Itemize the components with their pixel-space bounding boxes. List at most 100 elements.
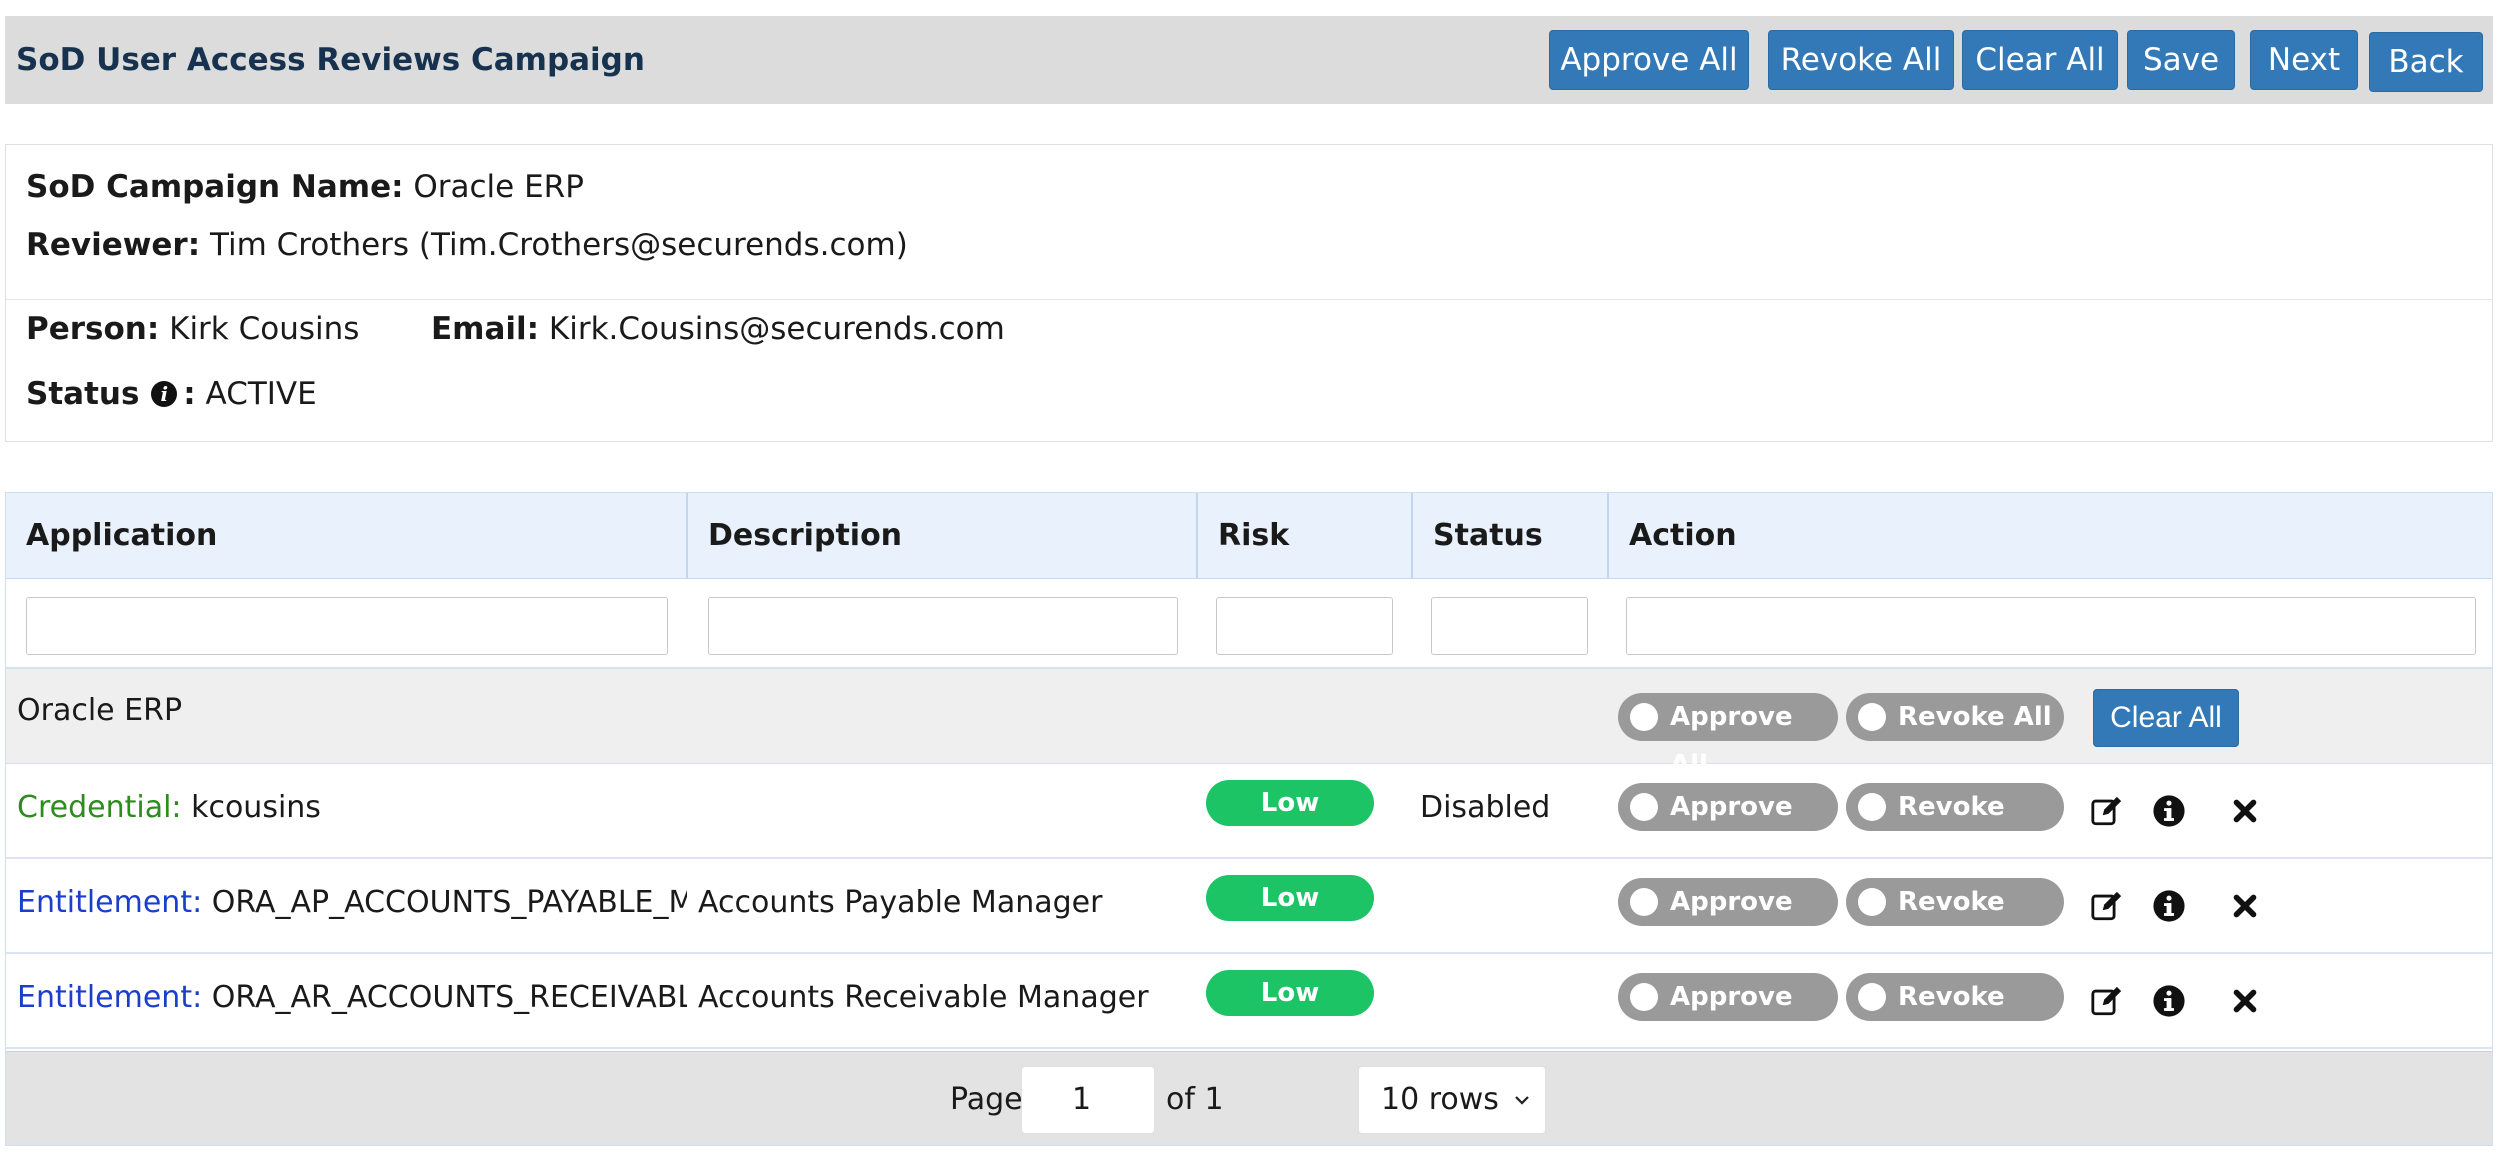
page-total-label: of 1: [1166, 1082, 1224, 1117]
description-cell: Accounts Receivable Manager: [698, 980, 1149, 1015]
save-button[interactable]: Save: [2127, 30, 2235, 90]
status-value: ACTIVE: [205, 376, 317, 412]
approve-toggle[interactable]: Approve: [1618, 783, 1838, 831]
column-header-action[interactable]: Action: [1609, 493, 2492, 579]
toggle-label: Approve: [1670, 982, 1793, 1012]
risk-badge: Low: [1206, 875, 1374, 921]
reviewer-line: Reviewer: Tim Crothers (Tim.Crothers@sec…: [26, 227, 908, 263]
clear-all-button[interactable]: Clear All: [1962, 30, 2118, 90]
page-label: Page: [950, 1082, 1023, 1117]
edit-icon[interactable]: [2090, 889, 2124, 923]
row-type-label: Entitlement:: [17, 980, 203, 1015]
status-cell: Disabled: [1420, 790, 1551, 825]
toggle-knob: [1858, 888, 1886, 916]
application-cell: Entitlement: ORA_AP_ACCOUNTS_PAYABLE_MAN…: [17, 859, 687, 954]
row-type-label: Entitlement:: [17, 885, 203, 920]
info-icon[interactable]: [2152, 794, 2186, 828]
table-row: Credential: kcousins Low Disabled Approv…: [6, 764, 2492, 859]
edit-icon[interactable]: [2090, 984, 2124, 1018]
approve-toggle[interactable]: Approve: [1618, 973, 1838, 1021]
person-line: Person: Kirk Cousins: [26, 311, 359, 347]
toggle-knob: [1858, 793, 1886, 821]
next-button[interactable]: Next: [2250, 30, 2358, 90]
edit-icon[interactable]: [2090, 794, 2124, 828]
toggle-label: Revoke: [1898, 887, 2005, 917]
action-filter-input[interactable]: [1626, 597, 2476, 655]
toggle-label: Revoke: [1898, 982, 2005, 1012]
campaign-name-label: SoD Campaign Name:: [26, 169, 404, 205]
row-value: ORA_AR_ACCOUNTS_RECEIVABLE_MANAGER_JOB: [211, 980, 687, 1015]
rows-per-page-value: 10 rows: [1381, 1082, 1499, 1117]
application-filter-input[interactable]: [26, 597, 668, 655]
toggle-label: Revoke: [1898, 792, 2005, 822]
table-row: Entitlement: ORA_AP_ACCOUNTS_PAYABLE_MAN…: [6, 859, 2492, 954]
application-cell: Entitlement: ORA_AR_ACCOUNTS_RECEIVABLE_…: [17, 954, 687, 1049]
column-header-description[interactable]: Description: [688, 493, 1198, 579]
revoke-toggle[interactable]: Revoke: [1846, 783, 2064, 831]
revoke-all-button[interactable]: Revoke All: [1768, 30, 1954, 90]
reviewer-value: Tim Crothers (Tim.Crothers@securends.com…: [209, 227, 908, 263]
toggle-label: Revoke All: [1898, 702, 2052, 732]
status-separator: :: [183, 376, 196, 412]
toggle-label: Approve: [1670, 792, 1793, 822]
group-revoke-all-toggle[interactable]: Revoke All: [1846, 693, 2064, 741]
risk-badge: Low: [1206, 970, 1374, 1016]
campaign-info-panel: SoD Campaign Name: Oracle ERP Reviewer: …: [5, 144, 2493, 442]
filter-row: [6, 579, 2492, 669]
description-cell: [698, 764, 1198, 859]
status-line: Status i: ACTIVE: [26, 376, 317, 412]
close-icon[interactable]: [2228, 984, 2262, 1018]
table-header: Application Description Risk Status Acti…: [6, 493, 2492, 579]
approve-all-button[interactable]: Approve All: [1549, 30, 1749, 90]
chevron-down-icon: [1515, 1096, 1529, 1105]
status-filter-input[interactable]: [1431, 597, 1588, 655]
row-type-label: Credential:: [17, 790, 182, 825]
status-info-icon[interactable]: i: [151, 381, 178, 407]
column-header-risk[interactable]: Risk: [1198, 493, 1413, 579]
email-value: Kirk.Cousins@securends.com: [548, 311, 1005, 347]
toggle-knob: [1858, 703, 1886, 731]
risk-badge: Low: [1206, 780, 1374, 826]
status-label: Status: [26, 376, 140, 412]
revoke-toggle[interactable]: Revoke: [1846, 973, 2064, 1021]
pagination-bar: Page 1 of 1 10 rows: [6, 1051, 2492, 1145]
status-cell: [1420, 954, 1609, 1049]
toggle-knob: [1630, 888, 1658, 916]
group-name: Oracle ERP: [17, 693, 183, 728]
info-icon[interactable]: [2152, 984, 2186, 1018]
info-icon[interactable]: [2152, 889, 2186, 923]
description-cell: Accounts Payable Manager: [698, 885, 1103, 920]
group-approve-all-toggle[interactable]: Approve All: [1618, 693, 1838, 780]
email-label: Email:: [431, 311, 540, 347]
group-clear-all-button[interactable]: Clear All: [2093, 689, 2239, 747]
access-review-table: Application Description Risk Status Acti…: [5, 492, 2493, 1146]
approve-toggle[interactable]: Approve: [1618, 878, 1838, 926]
application-cell: Credential: kcousins: [17, 764, 687, 859]
title-bar: SoD User Access Reviews Campaign Approve…: [5, 16, 2493, 104]
reviewer-label: Reviewer:: [26, 227, 201, 263]
close-icon[interactable]: [2228, 794, 2262, 828]
person-value: Kirk Cousins: [169, 311, 360, 347]
status-cell: [1420, 859, 1609, 954]
toggle-knob: [1630, 983, 1658, 1011]
toggle-label: Approve: [1670, 887, 1793, 917]
email-line: Email: Kirk.Cousins@securends.com: [431, 311, 1005, 347]
close-icon[interactable]: [2228, 889, 2262, 923]
page-number-input[interactable]: 1: [1021, 1066, 1155, 1134]
toggle-knob: [1630, 703, 1658, 731]
revoke-toggle[interactable]: Revoke: [1846, 878, 2064, 926]
rows-per-page-select[interactable]: 10 rows: [1358, 1066, 1546, 1134]
column-header-status[interactable]: Status: [1413, 493, 1609, 579]
toggle-knob: [1858, 983, 1886, 1011]
toggle-knob: [1630, 793, 1658, 821]
row-value: ORA_AP_ACCOUNTS_PAYABLE_MANAGER_JOB: [211, 885, 687, 920]
table-row: Entitlement: ORA_AR_ACCOUNTS_RECEIVABLE_…: [6, 954, 2492, 1049]
risk-filter-input[interactable]: [1216, 597, 1393, 655]
back-button[interactable]: Back: [2369, 32, 2483, 92]
column-header-application[interactable]: Application: [6, 493, 688, 579]
description-filter-input[interactable]: [708, 597, 1178, 655]
row-value: kcousins: [191, 790, 321, 825]
person-label: Person:: [26, 311, 160, 347]
info-divider: [6, 299, 2492, 300]
page-title: SoD User Access Reviews Campaign: [16, 42, 645, 78]
